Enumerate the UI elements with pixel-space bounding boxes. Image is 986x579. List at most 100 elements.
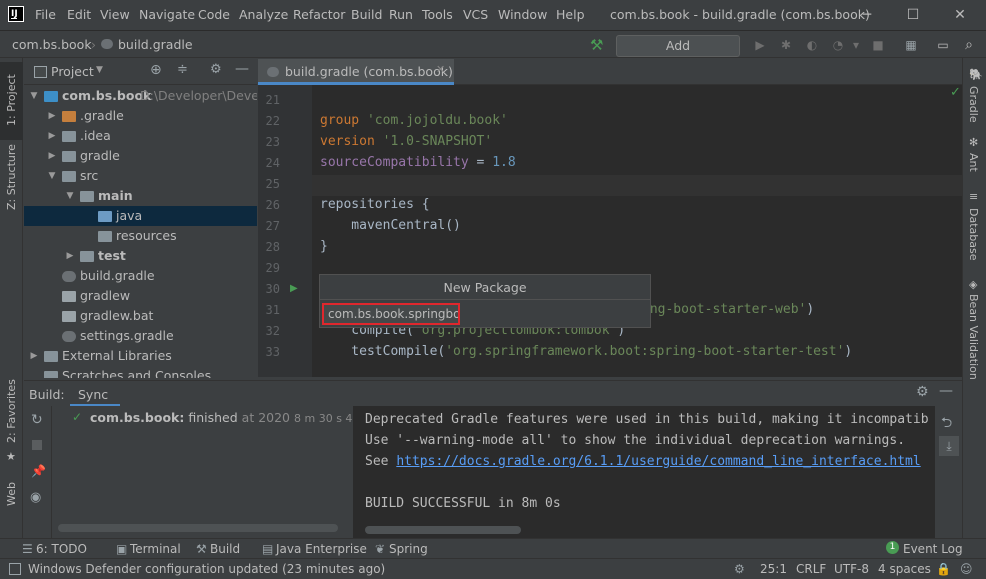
refresh-icon[interactable]: ↻ [31, 412, 43, 428]
menu-code[interactable]: Code [198, 7, 230, 22]
tree-item[interactable]: ▶ External Libraries [24, 346, 257, 366]
menu-run[interactable]: Run [389, 7, 413, 22]
locate-icon[interactable]: ⊕ [150, 62, 162, 78]
menu-edit[interactable]: Edit [67, 7, 91, 22]
tab-structure[interactable]: Z: Structure [5, 144, 18, 210]
stop-icon[interactable]: ■ [870, 37, 886, 53]
tool-tab-terminal[interactable]: Terminal [130, 542, 181, 556]
profile-icon[interactable]: ◔ [830, 37, 846, 53]
tool-tab-6-todo[interactable]: 6: TODO [36, 542, 87, 556]
project-panel-title[interactable]: Project [51, 64, 94, 79]
tree-item[interactable]: ▶ test [24, 246, 257, 266]
menu-vcs[interactable]: VCS [463, 7, 488, 22]
package-name-input[interactable] [322, 303, 460, 325]
stop-icon[interactable] [32, 440, 42, 450]
scroll-to-end-icon[interactable]: ⤓ [939, 436, 959, 456]
tree-item[interactable]: gradlew.bat [24, 306, 257, 326]
tree-item[interactable]: gradlew [24, 286, 257, 306]
presentation-icon[interactable]: ▭ [935, 37, 951, 53]
breadcrumb-project[interactable]: com.bs.book [12, 37, 92, 52]
tree-item[interactable]: Scratches and Consoles [24, 366, 257, 378]
build-console[interactable]: Deprecated Gradle features were used in … [353, 406, 935, 538]
success-check-icon: ✓ [72, 410, 83, 424]
menu-file[interactable]: File [35, 7, 56, 22]
expand-closed-icon[interactable]: ▶ [46, 106, 58, 126]
hide-panel-icon[interactable]: — [939, 383, 953, 399]
horizontal-scrollbar[interactable] [58, 524, 338, 532]
hide-panel-icon[interactable]: — [235, 61, 249, 77]
close-tab-icon[interactable]: ✕ [436, 63, 445, 76]
status-message[interactable]: Windows Defender configuration updated (… [28, 562, 385, 576]
minimize-icon[interactable]: ─ [857, 5, 877, 25]
code-editor[interactable]: group 'com.jojoldu.book' version '1.0-SNA… [312, 85, 962, 377]
tree-item[interactable]: java [24, 206, 257, 226]
menu-analyze[interactable]: Analyze [239, 7, 288, 22]
menu-navigate[interactable]: Navigate [139, 7, 195, 22]
collapse-all-icon[interactable]: ≑ [177, 62, 188, 77]
menu-tools[interactable]: Tools [422, 7, 453, 22]
tab-favorites[interactable]: 2: Favorites [5, 379, 18, 443]
menu-view[interactable]: View [100, 7, 130, 22]
coverage-icon[interactable]: ◐ [804, 37, 820, 53]
expand-open-icon[interactable]: ▼ [46, 166, 58, 186]
inspector-icon[interactable]: ☺ [960, 562, 973, 576]
soft-wrap-icon[interactable]: ⮌ [941, 412, 952, 436]
gear-icon[interactable]: ⚙ [210, 62, 222, 77]
tool-tab-build[interactable]: Build [210, 542, 240, 556]
tree-item[interactable]: settings.gradle [24, 326, 257, 346]
run-icon[interactable]: ▶ [752, 37, 768, 53]
breadcrumb-file[interactable]: build.gradle [118, 37, 193, 52]
tab-database[interactable]: Database [967, 208, 980, 261]
tree-item[interactable]: ▶ gradle [24, 146, 257, 166]
file-encoding[interactable]: UTF-8 [834, 562, 869, 576]
tab-sync[interactable]: Sync [70, 381, 120, 407]
pin-icon[interactable]: 📌 [31, 464, 46, 478]
search-icon[interactable]: ⌕ [961, 37, 977, 53]
tool-tab-spring[interactable]: Spring [389, 542, 428, 556]
gear-icon[interactable]: ⚙ [916, 384, 929, 400]
maximize-icon[interactable]: ☐ [903, 5, 923, 25]
build-hammer-icon[interactable]: ⚒ [590, 36, 603, 54]
menu-help[interactable]: Help [556, 7, 585, 22]
expand-open-icon[interactable]: ▼ [28, 86, 40, 106]
expand-closed-icon[interactable]: ▶ [64, 246, 76, 266]
eye-icon[interactable]: ◉ [30, 490, 41, 505]
tab-build-gradle[interactable]: build.gradle (com.bs.book) ✕ [258, 59, 454, 85]
add-configuration-button[interactable]: Add Configuration... [616, 35, 740, 73]
tab-ant[interactable]: Ant [967, 153, 980, 172]
tree-item[interactable]: ▶ .gradle [24, 106, 257, 126]
tree-item[interactable]: ▼ src [24, 166, 257, 186]
event-log-button[interactable]: Event Log [903, 542, 963, 556]
expand-closed-icon[interactable]: ▶ [46, 126, 58, 146]
menu-build[interactable]: Build [351, 7, 382, 22]
lock-icon[interactable]: 🔒 [936, 562, 951, 576]
close-icon[interactable]: ✕ [950, 5, 970, 25]
tool-tab-java-enterprise[interactable]: Java Enterprise [276, 542, 367, 556]
expand-closed-icon[interactable]: ▶ [46, 146, 58, 166]
caret-position[interactable]: 25:1 [760, 562, 787, 576]
expand-closed-icon[interactable]: ▶ [28, 346, 40, 366]
menu-window[interactable]: Window [498, 7, 547, 22]
docs-link[interactable]: https://docs.gradle.org/6.1.1/userguide/… [396, 454, 920, 469]
tab-bean-validation[interactable]: Bean Validation [967, 294, 980, 380]
tree-item[interactable]: resources [24, 226, 257, 246]
chevron-down-icon[interactable]: ▼ [96, 65, 103, 75]
menu-refactor[interactable]: Refactor [293, 7, 345, 22]
tree-item[interactable]: ▼ com.bs.book D:\Developer\Deve [24, 86, 257, 106]
tool-windows-toggle-icon[interactable] [9, 563, 21, 575]
chevron-down-icon[interactable]: ▾ [848, 37, 864, 53]
tree-item[interactable]: ▶ .idea [24, 126, 257, 146]
tab-project[interactable]: 1: Project [5, 74, 18, 126]
horizontal-scrollbar[interactable] [365, 526, 521, 534]
indent-setting[interactable]: 4 spaces [878, 562, 931, 576]
tab-gradle[interactable]: Gradle [967, 86, 980, 123]
line-separator[interactable]: CRLF [796, 562, 826, 576]
tab-web[interactable]: Web [5, 482, 18, 506]
expand-open-icon[interactable]: ▼ [64, 186, 76, 206]
tree-item[interactable]: ▼ main [24, 186, 257, 206]
run-gutter-icon[interactable]: ▶ [290, 283, 298, 294]
build-task-row[interactable]: com.bs.book: finished at 2020 8 m 30 s 4… [90, 410, 386, 425]
debug-icon[interactable]: ✱ [778, 37, 794, 53]
tree-item[interactable]: build.gradle [24, 266, 257, 286]
project-structure-icon[interactable]: ▦ [903, 37, 919, 53]
